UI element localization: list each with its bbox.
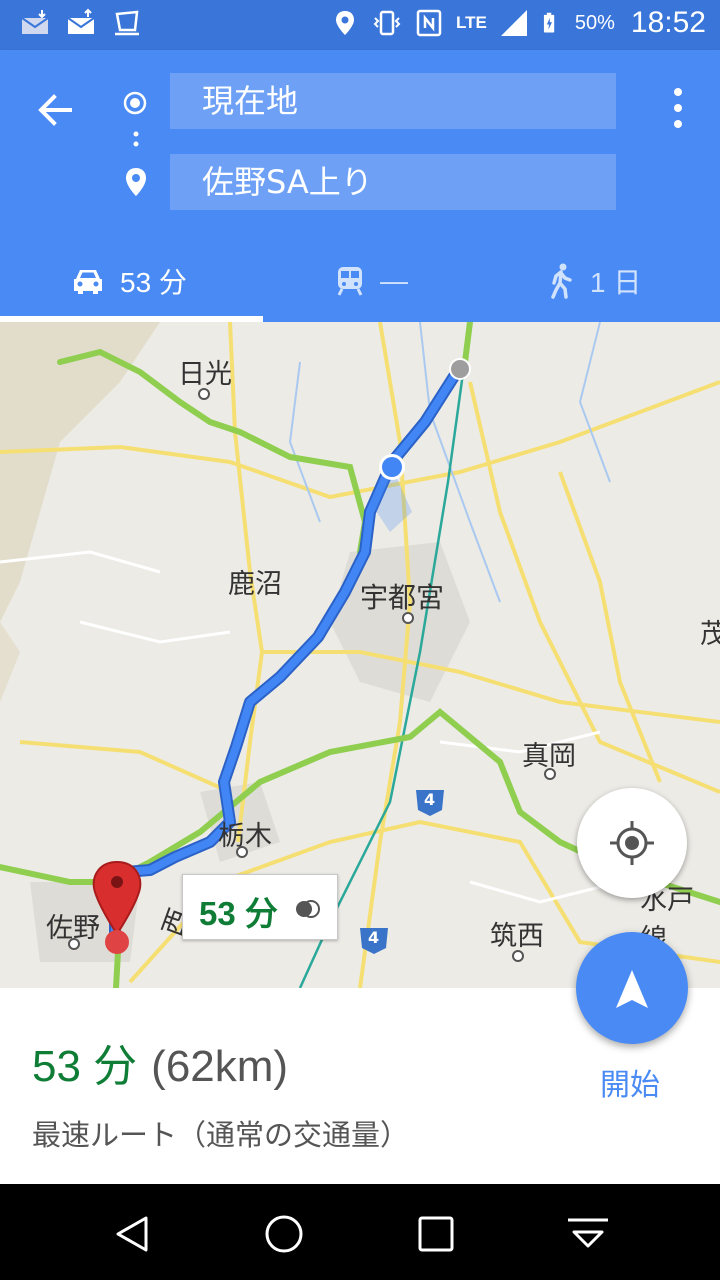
vibrate-icon — [373, 10, 401, 36]
route-shield-label: 4 — [368, 928, 380, 947]
map-label-shige: 茂 — [700, 619, 720, 650]
status-bar: LTE 50% 18:52 — [0, 0, 720, 50]
back-arrow-icon[interactable] — [30, 84, 82, 136]
signal-icon — [500, 10, 527, 36]
network-type: LTE — [456, 13, 487, 32]
route-distance: (62km) — [151, 1042, 289, 1091]
hide-keyboard-icon[interactable] — [566, 1212, 610, 1256]
tab-walking[interactable]: 1 日 — [548, 240, 641, 322]
connector-dots-icon — [133, 131, 139, 147]
destination-pin-icon — [126, 168, 146, 196]
back-triangle-icon[interactable] — [110, 1212, 154, 1256]
car-icon — [74, 270, 102, 294]
map-label-tochigi: 栃木 — [218, 821, 272, 852]
recents-square-icon[interactable] — [414, 1212, 458, 1256]
cup-icon — [115, 10, 139, 36]
origin-dot-icon — [123, 91, 147, 115]
map-view[interactable]: 日光 鹿沼 宇都宮 真岡 栃木 佐野 筑西 茂 水戸線 西 4 4 53 分 — [0, 322, 720, 988]
navigation-arrow-icon — [616, 970, 648, 1008]
battery-percent: 50% — [574, 11, 615, 34]
more-options-icon[interactable] — [666, 82, 690, 138]
directions-header: 現在地 佐野SA上り 53 分 — 1 日 — [0, 50, 720, 322]
location-icon — [336, 11, 355, 35]
map-label-utsunomiya: 宇都宮 — [360, 581, 445, 614]
train-icon — [337, 267, 363, 296]
map-label-chikusei: 筑西 — [490, 921, 544, 952]
mail-download-icon — [21, 10, 49, 34]
origin-input[interactable]: 現在地 — [170, 73, 616, 129]
destination-input[interactable]: 佐野SA上り — [170, 154, 616, 210]
home-circle-icon[interactable] — [262, 1212, 306, 1256]
tab-walking-label: 1 日 — [590, 267, 642, 298]
route-duration-callout[interactable]: 53 分 — [182, 874, 338, 940]
start-label[interactable]: 開始 — [600, 1060, 660, 1104]
battery-icon — [543, 12, 555, 33]
system-nav-bar — [0, 1184, 720, 1280]
route-description: 最速ルート（通常の交通量） — [32, 1118, 410, 1152]
route-shield-label: 4 — [424, 790, 436, 809]
route-summary-line: 53 分 (62km) — [32, 1030, 288, 1094]
tab-driving-label: 53 分 — [120, 267, 187, 298]
toll-icon — [296, 900, 320, 918]
tab-transit-label: — — [380, 265, 408, 296]
travel-mode-tabs: 53 分 — 1 日 — [0, 240, 720, 322]
tab-transit[interactable]: — — [336, 240, 408, 322]
start-navigation-button[interactable] — [576, 932, 688, 1044]
nfc-icon — [416, 9, 442, 37]
route-duration: 53 分 — [32, 1042, 138, 1091]
map-label-sano: 佐野 — [46, 913, 100, 944]
clock: 18:52 — [630, 6, 706, 39]
route-duration-label: 53 分 — [199, 895, 278, 932]
mail-upload-icon — [67, 8, 95, 34]
my-location-button[interactable] — [577, 788, 687, 898]
walk-icon — [551, 263, 572, 299]
crosshair-icon — [610, 821, 654, 865]
map-label-kanuma: 鹿沼 — [228, 569, 282, 600]
tab-driving[interactable]: 53 分 — [72, 240, 187, 322]
map-label-nikko: 日光 — [178, 359, 232, 390]
map-label-moka: 真岡 — [522, 741, 576, 772]
